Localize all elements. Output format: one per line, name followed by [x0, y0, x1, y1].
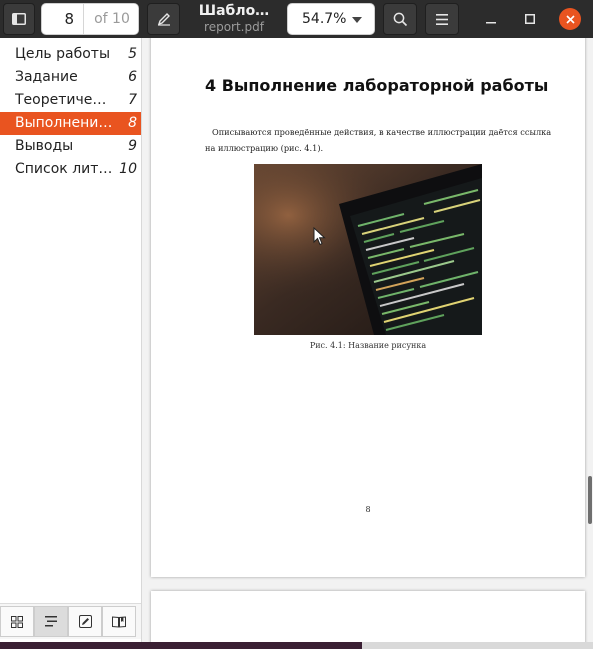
- vertical-scrollbar[interactable]: [588, 476, 592, 524]
- window-title: Шабло… report.pdf: [190, 3, 278, 35]
- thumbnails-icon: [11, 615, 23, 628]
- close-icon: [565, 14, 575, 24]
- page-footer-number: 8: [365, 505, 371, 514]
- outline-sidebar: Цель работы 5 Задание 6 Теоретичес… 7 Вы…: [0, 38, 142, 649]
- sidebar-toggle-icon: [12, 13, 26, 25]
- search-icon: [393, 12, 407, 26]
- mouse-cursor-icon: [313, 227, 326, 246]
- outline-icon: [45, 616, 57, 627]
- search-button[interactable]: [383, 3, 417, 35]
- menu-icon: [436, 13, 448, 25]
- annotate-pen-icon: [157, 13, 170, 26]
- outline-item-page: 9: [128, 138, 137, 154]
- outline-item-references[interactable]: Список лит… 10: [0, 158, 141, 181]
- document-title: Шабло…: [198, 3, 270, 19]
- outline-item-execution[interactable]: Выполнени… 8: [0, 112, 141, 135]
- sidebar-mode-switcher: [0, 603, 141, 639]
- outline-item-label: Задание: [15, 69, 78, 85]
- outline-item-label: Теоретичес…: [15, 92, 113, 108]
- pdf-page-next: [151, 591, 585, 642]
- paragraph-line: на иллюстрацию (рис. 4.1).: [205, 143, 324, 153]
- thumbnails-button[interactable]: [0, 606, 34, 637]
- header-bar: 8 of 10 Шабло… report.pdf 54.7%: [0, 0, 593, 38]
- maximize-icon: [525, 14, 535, 24]
- outline-item-page: 5: [128, 46, 137, 62]
- outline-item-page: 10: [119, 161, 137, 177]
- chevron-down-icon: [352, 17, 362, 23]
- outline-item-label: Цель работы: [15, 46, 111, 62]
- figure-image: [254, 164, 482, 335]
- document-view[interactable]: 4 Выполнение лабораторной работы Описыва…: [142, 38, 593, 642]
- close-button[interactable]: [559, 8, 581, 30]
- document-filename: report.pdf: [204, 20, 264, 34]
- outline-item-label: Список лит…: [15, 161, 113, 177]
- minimize-button[interactable]: [480, 8, 502, 30]
- annotate-button[interactable]: [147, 3, 180, 35]
- desktop-strip: [362, 642, 593, 649]
- zoom-value: 54.7%: [302, 11, 347, 27]
- figure-caption: Рис. 4.1: Название рисунка: [309, 341, 427, 350]
- zoom-select[interactable]: 54.7%: [287, 3, 375, 35]
- outline-item-theory[interactable]: Теоретичес… 7: [0, 89, 141, 112]
- annotations-button[interactable]: [68, 606, 102, 637]
- outline-item-label: Выполнени…: [15, 115, 113, 131]
- bookmarks-button[interactable]: [102, 606, 136, 637]
- pdf-page: 4 Выполнение лабораторной работы Описыва…: [151, 38, 585, 577]
- outline-item-goal[interactable]: Цель работы 5: [0, 43, 141, 66]
- outline-item-page: 8: [128, 115, 137, 131]
- maximize-button[interactable]: [519, 8, 541, 30]
- paragraph-line: Описываются проведённые действия, в каче…: [212, 127, 552, 137]
- body-paragraph: Описываются проведённые действия, в каче…: [205, 124, 552, 156]
- page-total-label: of 10: [85, 4, 138, 34]
- minimize-icon: [486, 22, 496, 24]
- outline-button[interactable]: [34, 606, 68, 637]
- section-heading: 4 Выполнение лабораторной работы: [205, 76, 549, 95]
- code-screen-photo: [254, 164, 482, 335]
- desktop-strip: [0, 642, 362, 649]
- outline-item-label: Выводы: [15, 138, 74, 154]
- page-number-input[interactable]: 8: [42, 4, 84, 34]
- page-number-field[interactable]: 8 of 10: [41, 3, 139, 35]
- bookmarks-icon: [112, 615, 126, 628]
- outline-item-conclusions[interactable]: Выводы 9: [0, 135, 141, 158]
- outline-item-page: 7: [128, 92, 137, 108]
- menu-button[interactable]: [425, 3, 459, 35]
- outline-item-task[interactable]: Задание 6: [0, 66, 141, 89]
- annotations-icon: [78, 615, 92, 628]
- outline-item-page: 6: [128, 69, 137, 85]
- sidebar-toggle-button[interactable]: [3, 3, 35, 35]
